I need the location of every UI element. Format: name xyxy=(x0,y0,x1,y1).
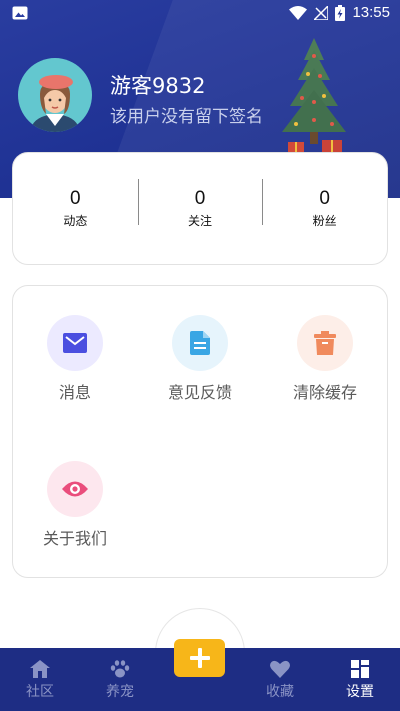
stat-value: 0 xyxy=(319,188,330,209)
nav-label: 养宠 xyxy=(106,684,134,700)
grid-icon xyxy=(351,660,369,678)
user-signature: 该用户没有留下签名 xyxy=(110,107,263,127)
menu-label: 消息 xyxy=(58,383,91,402)
wifi-icon xyxy=(289,5,308,20)
stat-label: 粉丝 xyxy=(312,214,337,228)
menu-icon-circle xyxy=(47,461,103,517)
paw-icon xyxy=(110,660,130,678)
eye-icon xyxy=(62,481,88,497)
nav-label: 收藏 xyxy=(266,684,294,700)
menu-icon-circle xyxy=(297,315,353,371)
stat-posts[interactable]: 0 动态 xyxy=(13,188,138,229)
avatar-illustration-icon xyxy=(30,75,80,132)
username: 游客9832 xyxy=(110,74,206,98)
status-bar: 13:55 xyxy=(0,0,400,28)
menu-item-messages[interactable]: 消息 xyxy=(15,315,135,403)
avatar[interactable] xyxy=(18,58,92,132)
christmas-tree-icon xyxy=(282,38,346,154)
menu-item-feedback[interactable]: 意见反馈 xyxy=(140,315,260,403)
stat-followers[interactable]: 0 粉丝 xyxy=(262,179,387,229)
menu-label: 清除缓存 xyxy=(292,383,357,402)
stats-card: 0 动态 0 关注 0 粉丝 xyxy=(12,152,388,265)
stat-label: 关注 xyxy=(188,214,213,228)
nav-item-favorites[interactable]: 收藏 xyxy=(245,648,315,711)
add-post-button[interactable] xyxy=(174,639,225,677)
no-signal-icon xyxy=(314,5,329,20)
trash-icon xyxy=(314,331,336,355)
menu-item-clear-cache[interactable]: 清除缓存 xyxy=(265,315,385,403)
stat-value: 0 xyxy=(70,188,81,209)
stat-value: 0 xyxy=(194,188,206,209)
nav-item-settings[interactable]: 设置 xyxy=(325,648,395,711)
document-icon xyxy=(190,331,210,355)
menu-icon-circle xyxy=(172,315,228,371)
battery-charging-icon xyxy=(335,4,346,21)
menu-label: 关于我们 xyxy=(42,529,107,548)
mail-icon xyxy=(63,333,87,353)
nav-item-community[interactable]: 社区 xyxy=(5,648,75,711)
nav-label: 社区 xyxy=(26,684,54,700)
menu-label: 意见反馈 xyxy=(167,383,232,402)
menu-card: 消息 意见反馈 清除缓存 关于我们 xyxy=(12,285,388,578)
nav-item-pets[interactable]: 养宠 xyxy=(85,648,155,711)
menu-item-about-us[interactable]: 关于我们 xyxy=(15,461,135,549)
plus-icon xyxy=(189,648,210,668)
menu-icon-circle xyxy=(47,315,103,371)
nav-label: 设置 xyxy=(346,684,374,700)
stat-following[interactable]: 0 关注 xyxy=(137,179,263,229)
home-icon xyxy=(30,660,50,678)
stat-label: 动态 xyxy=(63,214,88,228)
status-time: 13:55 xyxy=(352,4,390,21)
heart-icon xyxy=(270,660,290,678)
image-notification-icon xyxy=(12,6,28,20)
